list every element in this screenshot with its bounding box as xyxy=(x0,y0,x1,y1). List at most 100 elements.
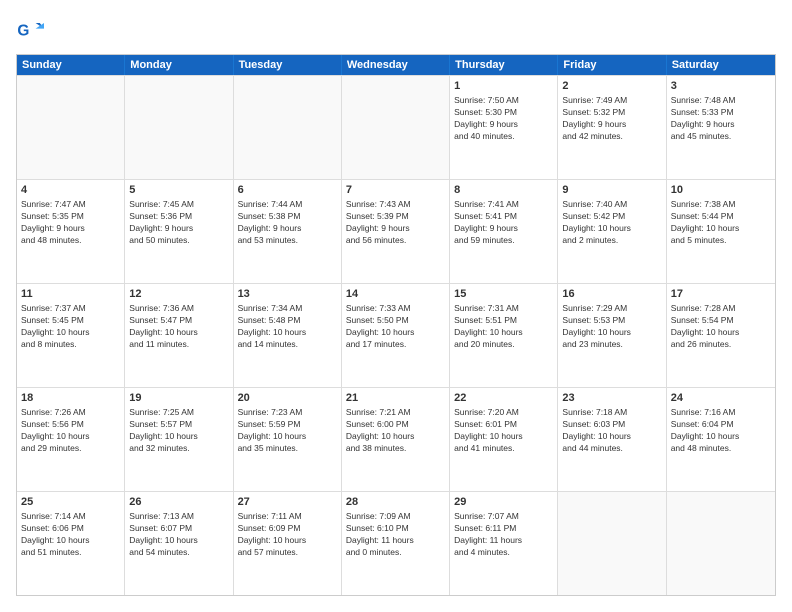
logo: G xyxy=(16,16,48,44)
cal-header-cell: Tuesday xyxy=(234,55,342,75)
cell-text: Sunrise: 7:23 AM Sunset: 5:59 PM Dayligh… xyxy=(238,407,337,455)
day-number: 4 xyxy=(21,183,120,198)
cell-text: Sunrise: 7:18 AM Sunset: 6:03 PM Dayligh… xyxy=(562,407,661,455)
calendar-cell: 24Sunrise: 7:16 AM Sunset: 6:04 PM Dayli… xyxy=(667,388,775,491)
cell-text: Sunrise: 7:16 AM Sunset: 6:04 PM Dayligh… xyxy=(671,407,771,455)
cell-text: Sunrise: 7:48 AM Sunset: 5:33 PM Dayligh… xyxy=(671,95,771,143)
cal-header-cell: Wednesday xyxy=(342,55,450,75)
calendar-cell: 23Sunrise: 7:18 AM Sunset: 6:03 PM Dayli… xyxy=(558,388,666,491)
day-number: 28 xyxy=(346,495,445,510)
calendar: SundayMondayTuesdayWednesdayThursdayFrid… xyxy=(16,54,776,596)
calendar-cell: 4Sunrise: 7:47 AM Sunset: 5:35 PM Daylig… xyxy=(17,180,125,283)
calendar-row: 25Sunrise: 7:14 AM Sunset: 6:06 PM Dayli… xyxy=(17,491,775,595)
day-number: 7 xyxy=(346,183,445,198)
day-number: 21 xyxy=(346,391,445,406)
cell-text: Sunrise: 7:38 AM Sunset: 5:44 PM Dayligh… xyxy=(671,199,771,247)
calendar-cell: 7Sunrise: 7:43 AM Sunset: 5:39 PM Daylig… xyxy=(342,180,450,283)
day-number: 5 xyxy=(129,183,228,198)
day-number: 9 xyxy=(562,183,661,198)
calendar-cell: 22Sunrise: 7:20 AM Sunset: 6:01 PM Dayli… xyxy=(450,388,558,491)
day-number: 25 xyxy=(21,495,120,510)
calendar-cell xyxy=(558,492,666,595)
cell-text: Sunrise: 7:07 AM Sunset: 6:11 PM Dayligh… xyxy=(454,511,553,559)
cell-text: Sunrise: 7:41 AM Sunset: 5:41 PM Dayligh… xyxy=(454,199,553,247)
day-number: 8 xyxy=(454,183,553,198)
cell-text: Sunrise: 7:37 AM Sunset: 5:45 PM Dayligh… xyxy=(21,303,120,351)
day-number: 12 xyxy=(129,287,228,302)
cal-header-cell: Sunday xyxy=(17,55,125,75)
cal-header-cell: Saturday xyxy=(667,55,775,75)
svg-text:G: G xyxy=(17,23,29,40)
calendar-header: SundayMondayTuesdayWednesdayThursdayFrid… xyxy=(17,55,775,75)
calendar-cell: 11Sunrise: 7:37 AM Sunset: 5:45 PM Dayli… xyxy=(17,284,125,387)
cell-text: Sunrise: 7:25 AM Sunset: 5:57 PM Dayligh… xyxy=(129,407,228,455)
cell-text: Sunrise: 7:14 AM Sunset: 6:06 PM Dayligh… xyxy=(21,511,120,559)
calendar-cell: 16Sunrise: 7:29 AM Sunset: 5:53 PM Dayli… xyxy=(558,284,666,387)
cell-text: Sunrise: 7:34 AM Sunset: 5:48 PM Dayligh… xyxy=(238,303,337,351)
cell-text: Sunrise: 7:36 AM Sunset: 5:47 PM Dayligh… xyxy=(129,303,228,351)
calendar-cell: 9Sunrise: 7:40 AM Sunset: 5:42 PM Daylig… xyxy=(558,180,666,283)
day-number: 17 xyxy=(671,287,771,302)
calendar-cell: 25Sunrise: 7:14 AM Sunset: 6:06 PM Dayli… xyxy=(17,492,125,595)
cell-text: Sunrise: 7:11 AM Sunset: 6:09 PM Dayligh… xyxy=(238,511,337,559)
cell-text: Sunrise: 7:26 AM Sunset: 5:56 PM Dayligh… xyxy=(21,407,120,455)
day-number: 20 xyxy=(238,391,337,406)
calendar-cell: 19Sunrise: 7:25 AM Sunset: 5:57 PM Dayli… xyxy=(125,388,233,491)
calendar-cell: 26Sunrise: 7:13 AM Sunset: 6:07 PM Dayli… xyxy=(125,492,233,595)
day-number: 26 xyxy=(129,495,228,510)
calendar-cell: 3Sunrise: 7:48 AM Sunset: 5:33 PM Daylig… xyxy=(667,76,775,179)
calendar-cell: 8Sunrise: 7:41 AM Sunset: 5:41 PM Daylig… xyxy=(450,180,558,283)
day-number: 15 xyxy=(454,287,553,302)
calendar-cell: 1Sunrise: 7:50 AM Sunset: 5:30 PM Daylig… xyxy=(450,76,558,179)
cell-text: Sunrise: 7:31 AM Sunset: 5:51 PM Dayligh… xyxy=(454,303,553,351)
calendar-cell xyxy=(125,76,233,179)
calendar-cell: 27Sunrise: 7:11 AM Sunset: 6:09 PM Dayli… xyxy=(234,492,342,595)
cell-text: Sunrise: 7:49 AM Sunset: 5:32 PM Dayligh… xyxy=(562,95,661,143)
day-number: 16 xyxy=(562,287,661,302)
page: G SundayMondayTuesdayWednesdayThursdayFr… xyxy=(0,0,792,612)
calendar-cell: 20Sunrise: 7:23 AM Sunset: 5:59 PM Dayli… xyxy=(234,388,342,491)
cell-text: Sunrise: 7:50 AM Sunset: 5:30 PM Dayligh… xyxy=(454,95,553,143)
day-number: 6 xyxy=(238,183,337,198)
day-number: 1 xyxy=(454,79,553,94)
day-number: 23 xyxy=(562,391,661,406)
calendar-cell: 17Sunrise: 7:28 AM Sunset: 5:54 PM Dayli… xyxy=(667,284,775,387)
cell-text: Sunrise: 7:28 AM Sunset: 5:54 PM Dayligh… xyxy=(671,303,771,351)
cell-text: Sunrise: 7:47 AM Sunset: 5:35 PM Dayligh… xyxy=(21,199,120,247)
calendar-row: 4Sunrise: 7:47 AM Sunset: 5:35 PM Daylig… xyxy=(17,179,775,283)
calendar-cell: 5Sunrise: 7:45 AM Sunset: 5:36 PM Daylig… xyxy=(125,180,233,283)
day-number: 11 xyxy=(21,287,120,302)
calendar-cell: 28Sunrise: 7:09 AM Sunset: 6:10 PM Dayli… xyxy=(342,492,450,595)
calendar-cell: 6Sunrise: 7:44 AM Sunset: 5:38 PM Daylig… xyxy=(234,180,342,283)
cell-text: Sunrise: 7:09 AM Sunset: 6:10 PM Dayligh… xyxy=(346,511,445,559)
calendar-cell: 2Sunrise: 7:49 AM Sunset: 5:32 PM Daylig… xyxy=(558,76,666,179)
header: G xyxy=(16,16,776,44)
cell-text: Sunrise: 7:45 AM Sunset: 5:36 PM Dayligh… xyxy=(129,199,228,247)
calendar-row: 11Sunrise: 7:37 AM Sunset: 5:45 PM Dayli… xyxy=(17,283,775,387)
day-number: 10 xyxy=(671,183,771,198)
day-number: 18 xyxy=(21,391,120,406)
cell-text: Sunrise: 7:20 AM Sunset: 6:01 PM Dayligh… xyxy=(454,407,553,455)
calendar-cell xyxy=(234,76,342,179)
calendar-cell: 15Sunrise: 7:31 AM Sunset: 5:51 PM Dayli… xyxy=(450,284,558,387)
calendar-cell: 12Sunrise: 7:36 AM Sunset: 5:47 PM Dayli… xyxy=(125,284,233,387)
day-number: 14 xyxy=(346,287,445,302)
calendar-cell: 10Sunrise: 7:38 AM Sunset: 5:44 PM Dayli… xyxy=(667,180,775,283)
calendar-row: 18Sunrise: 7:26 AM Sunset: 5:56 PM Dayli… xyxy=(17,387,775,491)
day-number: 24 xyxy=(671,391,771,406)
calendar-cell: 21Sunrise: 7:21 AM Sunset: 6:00 PM Dayli… xyxy=(342,388,450,491)
calendar-cell: 18Sunrise: 7:26 AM Sunset: 5:56 PM Dayli… xyxy=(17,388,125,491)
cell-text: Sunrise: 7:44 AM Sunset: 5:38 PM Dayligh… xyxy=(238,199,337,247)
calendar-cell: 14Sunrise: 7:33 AM Sunset: 5:50 PM Dayli… xyxy=(342,284,450,387)
day-number: 27 xyxy=(238,495,337,510)
calendar-cell: 13Sunrise: 7:34 AM Sunset: 5:48 PM Dayli… xyxy=(234,284,342,387)
calendar-body: 1Sunrise: 7:50 AM Sunset: 5:30 PM Daylig… xyxy=(17,75,775,595)
day-number: 29 xyxy=(454,495,553,510)
calendar-cell xyxy=(17,76,125,179)
cal-header-cell: Friday xyxy=(558,55,666,75)
cell-text: Sunrise: 7:43 AM Sunset: 5:39 PM Dayligh… xyxy=(346,199,445,247)
calendar-row: 1Sunrise: 7:50 AM Sunset: 5:30 PM Daylig… xyxy=(17,75,775,179)
cal-header-cell: Thursday xyxy=(450,55,558,75)
cell-text: Sunrise: 7:13 AM Sunset: 6:07 PM Dayligh… xyxy=(129,511,228,559)
day-number: 19 xyxy=(129,391,228,406)
